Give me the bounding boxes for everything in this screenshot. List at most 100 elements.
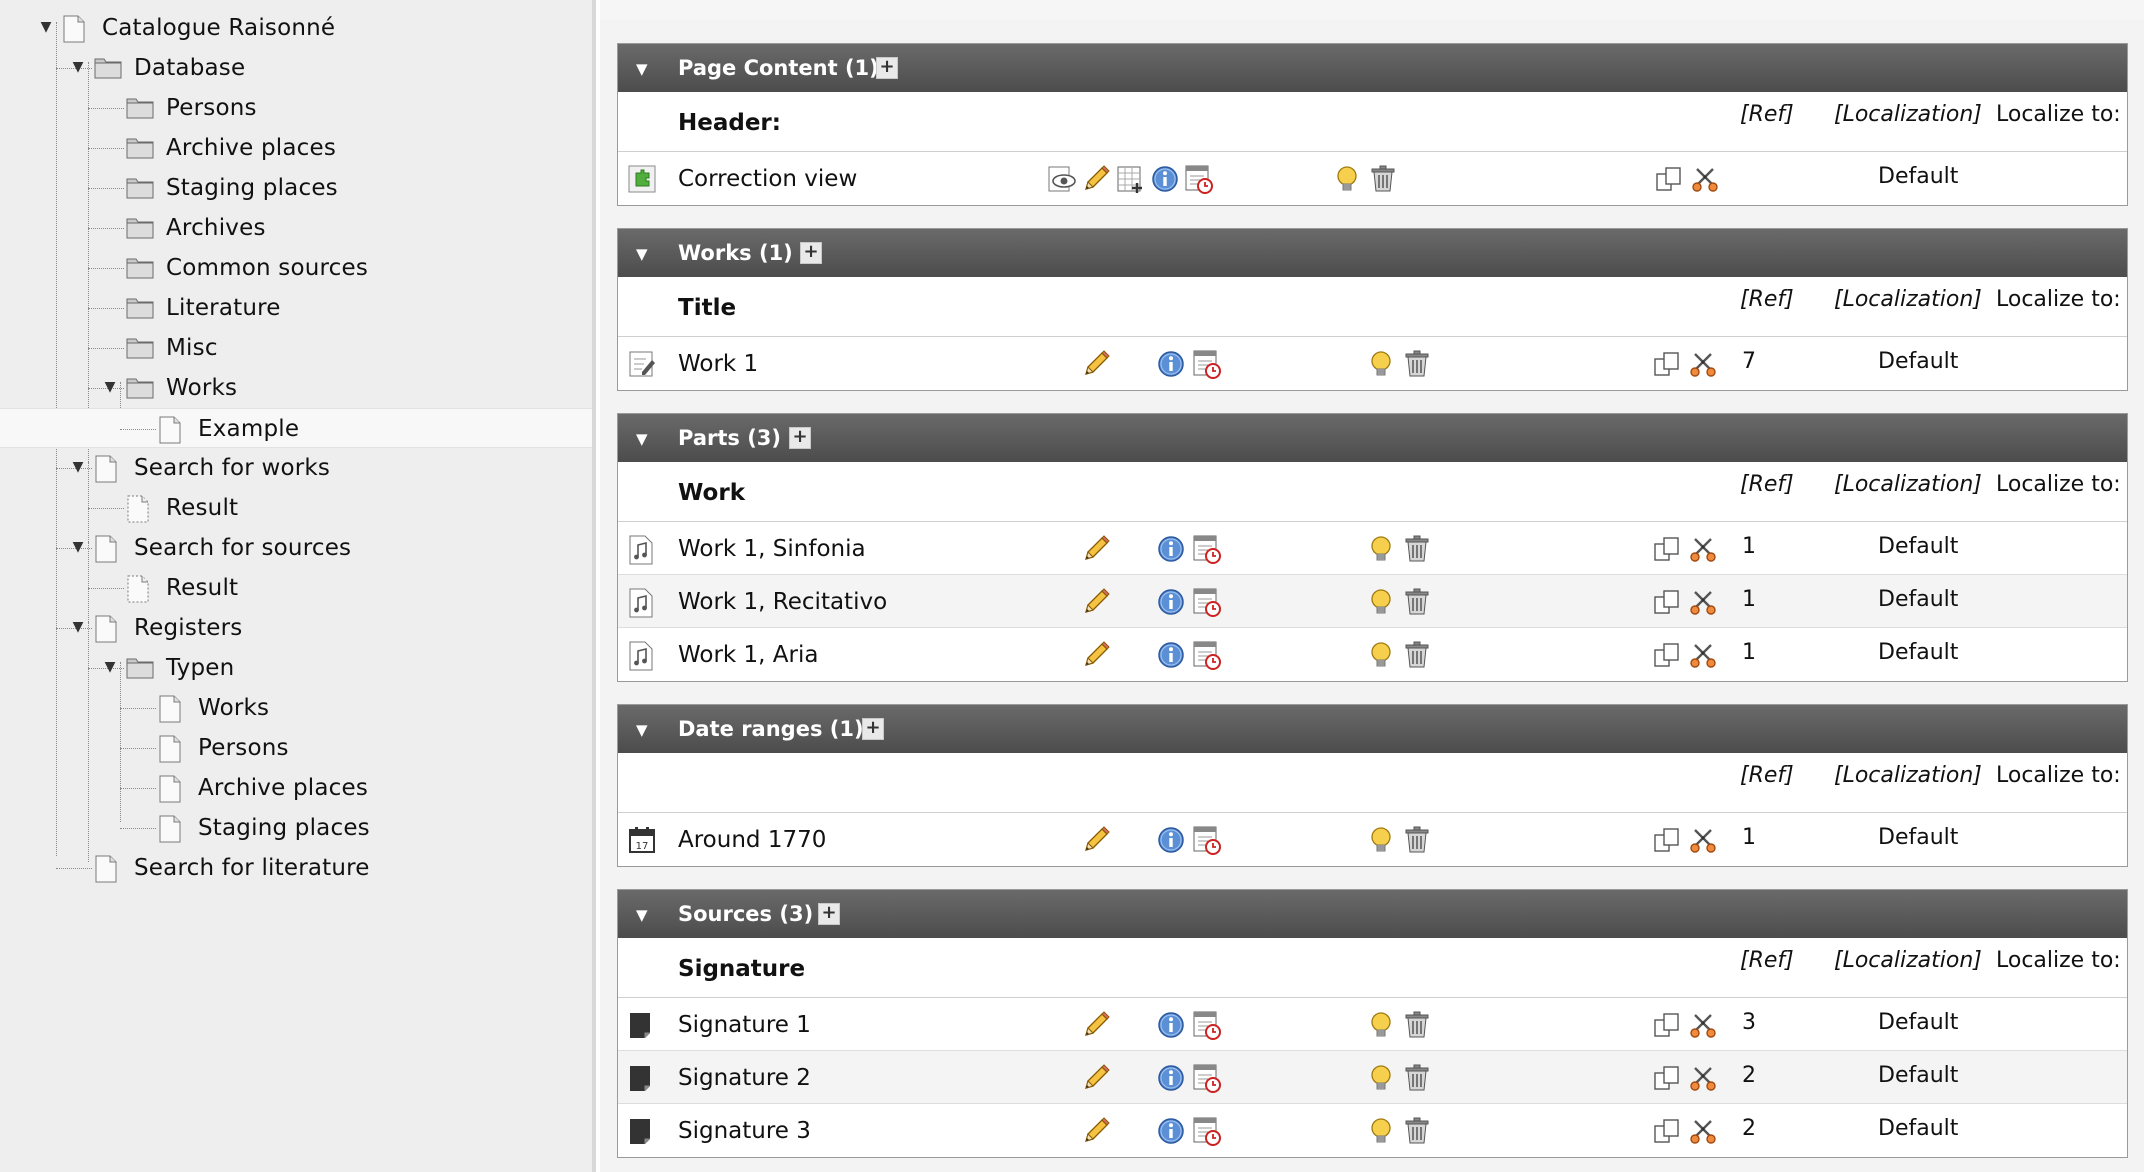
edit-pencil-icon[interactable] <box>1081 825 1111 855</box>
panel-header[interactable]: ▼ Parts (3) + <box>618 414 2127 462</box>
view-icon[interactable] <box>1047 164 1077 194</box>
tree-node[interactable]: ▼ Database <box>0 48 592 88</box>
tree-node-label[interactable]: Staging places <box>198 815 370 841</box>
add-record-icon[interactable]: + <box>789 427 811 449</box>
folder-icon[interactable] <box>126 335 154 361</box>
tree-node-label[interactable]: Archive places <box>166 135 336 161</box>
tree-node-label[interactable]: Persons <box>198 735 289 761</box>
hide-toggle-bulb-icon[interactable] <box>1366 825 1396 855</box>
tree-node-label[interactable]: Database <box>134 55 245 81</box>
tree-node-label[interactable]: Catalogue Raisonné <box>102 15 335 41</box>
delete-trash-icon[interactable] <box>1402 1010 1432 1040</box>
folder-icon[interactable] <box>126 215 154 241</box>
record-title[interactable]: Signature 2 <box>678 1065 811 1091</box>
panel-header[interactable]: ▼ Date ranges (1) + <box>618 705 2127 753</box>
record-title[interactable]: Correction view <box>678 166 857 192</box>
tree-node[interactable]: Example <box>0 408 592 448</box>
tree-node-label[interactable]: Staging places <box>166 175 338 201</box>
tree-node-label[interactable]: Literature <box>166 295 281 321</box>
hide-toggle-bulb-icon[interactable] <box>1332 164 1362 194</box>
source-document-icon[interactable] <box>628 1011 656 1039</box>
cut-icon[interactable] <box>1688 1010 1718 1040</box>
column-title[interactable]: Signature <box>678 956 805 982</box>
tree-node-label[interactable]: Works <box>166 375 237 401</box>
panel-title[interactable]: Date ranges (1) <box>678 717 864 741</box>
edit-pencil-icon[interactable] <box>1081 587 1111 617</box>
expand-toggle-icon[interactable]: ▼ <box>100 377 120 397</box>
edit-pencil-icon[interactable] <box>1081 349 1111 379</box>
collapse-arrow-icon[interactable]: ▼ <box>636 245 648 263</box>
tree-node-label[interactable]: Common sources <box>166 255 368 281</box>
page-icon[interactable] <box>158 416 186 444</box>
source-document-icon[interactable] <box>628 1064 656 1092</box>
tree-node-label[interactable]: Works <box>198 695 269 721</box>
folder-icon[interactable] <box>126 255 154 281</box>
panel-title[interactable]: Works (1) <box>678 241 793 265</box>
copy-icon[interactable] <box>1652 1063 1682 1093</box>
tree-node[interactable]: Persons <box>0 88 592 128</box>
info-icon[interactable] <box>1156 640 1186 670</box>
tree-node[interactable]: Result <box>0 488 592 528</box>
cut-icon[interactable] <box>1688 349 1718 379</box>
tree-node[interactable]: Persons <box>0 728 592 768</box>
tree-node-label[interactable]: Search for sources <box>134 535 351 561</box>
tree-node[interactable]: ▼ Search for sources <box>0 528 592 568</box>
tree-node[interactable]: Staging places <box>0 808 592 848</box>
history-icon[interactable] <box>1192 349 1222 379</box>
copy-icon[interactable] <box>1652 587 1682 617</box>
panel-header[interactable]: ▼ Sources (3) + <box>618 890 2127 938</box>
edit-pencil-icon[interactable] <box>1081 640 1111 670</box>
folder-icon[interactable] <box>126 95 154 121</box>
info-icon[interactable] <box>1156 1116 1186 1146</box>
tree-node-label[interactable]: Misc <box>166 335 218 361</box>
tree-node-label[interactable]: Search for works <box>134 455 330 481</box>
delete-trash-icon[interactable] <box>1402 640 1432 670</box>
delete-trash-icon[interactable] <box>1402 1063 1432 1093</box>
tree-node[interactable]: ▼ Catalogue Raisonné <box>0 8 592 48</box>
add-record-icon[interactable]: + <box>862 718 884 740</box>
delete-trash-icon[interactable] <box>1402 534 1432 564</box>
cut-icon[interactable] <box>1688 587 1718 617</box>
hide-toggle-bulb-icon[interactable] <box>1366 640 1396 670</box>
cut-icon[interactable] <box>1688 1116 1718 1146</box>
page-icon[interactable] <box>158 735 186 763</box>
info-icon[interactable] <box>1156 534 1186 564</box>
tree-node-label[interactable]: Registers <box>134 615 242 641</box>
tree-node-label[interactable]: Persons <box>166 95 257 121</box>
history-icon[interactable] <box>1192 1063 1222 1093</box>
tree-node[interactable]: ▼ Typen <box>0 648 592 688</box>
info-icon[interactable] <box>1156 1063 1186 1093</box>
record-title[interactable]: Work 1, Aria <box>678 642 818 668</box>
delete-trash-icon[interactable] <box>1402 1116 1432 1146</box>
page-icon[interactable] <box>158 775 186 803</box>
panel-title[interactable]: Page Content (1) <box>678 56 879 80</box>
music-note-icon[interactable] <box>628 641 656 671</box>
cut-icon[interactable] <box>1688 1063 1718 1093</box>
expand-toggle-icon[interactable]: ▼ <box>100 657 120 677</box>
copy-icon[interactable] <box>1652 349 1682 379</box>
history-icon[interactable] <box>1192 1116 1222 1146</box>
new-record-icon[interactable] <box>1116 164 1146 194</box>
record-title[interactable]: Signature 3 <box>678 1118 811 1144</box>
history-icon[interactable] <box>1192 825 1222 855</box>
tree-node[interactable]: Literature <box>0 288 592 328</box>
panel-title[interactable]: Sources (3) <box>678 902 813 926</box>
delete-trash-icon[interactable] <box>1402 825 1432 855</box>
copy-icon[interactable] <box>1654 164 1684 194</box>
hide-toggle-bulb-icon[interactable] <box>1366 1063 1396 1093</box>
history-icon[interactable] <box>1184 164 1214 194</box>
collapse-arrow-icon[interactable]: ▼ <box>636 721 648 739</box>
copy-icon[interactable] <box>1652 640 1682 670</box>
expand-toggle-icon[interactable]: ▼ <box>36 17 56 37</box>
record-title[interactable]: Work 1, Recitativo <box>678 589 887 615</box>
tree-node[interactable]: Search for literature <box>0 848 592 888</box>
panel-header[interactable]: ▼ Works (1) + <box>618 229 2127 277</box>
record-title[interactable]: Around 1770 <box>678 827 826 853</box>
page-icon[interactable] <box>158 695 186 723</box>
page-icon[interactable] <box>94 535 122 563</box>
plugin-icon[interactable] <box>628 165 656 193</box>
music-note-icon[interactable] <box>628 535 656 565</box>
cut-icon[interactable] <box>1688 825 1718 855</box>
tree-node-label[interactable]: Example <box>198 416 299 442</box>
expand-toggle-icon[interactable]: ▼ <box>68 617 88 637</box>
